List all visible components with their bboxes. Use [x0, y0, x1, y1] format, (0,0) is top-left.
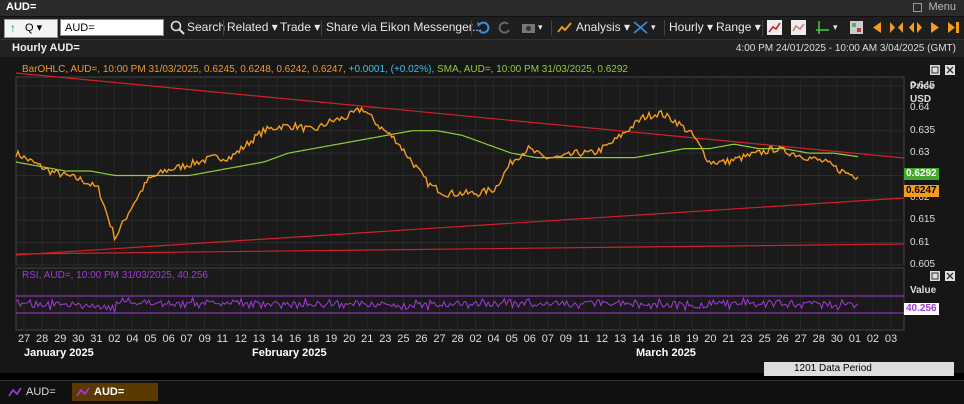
x-tick-label: 14	[270, 333, 284, 345]
x-tick-label: 04	[126, 333, 139, 345]
x-tick-label: 21	[722, 333, 735, 345]
x-tick-label: 25	[397, 333, 410, 345]
x-tick-label: 02	[866, 333, 880, 345]
x-tick-label: 02	[108, 333, 121, 345]
x-tick-label: 30	[72, 333, 85, 345]
x-tick-label: 23	[740, 333, 753, 345]
x-tick-label: 07	[541, 333, 554, 345]
x-tick-label: 09	[198, 333, 211, 345]
price-tick-label: 0.61	[910, 236, 930, 248]
x-tick-label: 11	[216, 333, 229, 345]
x-tick-label: 19	[325, 333, 338, 345]
x-tick-label: 12	[234, 333, 247, 345]
x-tick-label: 23	[379, 333, 392, 345]
x-tick-label: 29	[54, 333, 67, 345]
x-tick-label: 27	[433, 333, 446, 345]
x-tick-label: 28	[36, 333, 49, 345]
ohlc-legend: BarOHLC, AUD=, 10:00 PM 31/03/2025, 0.62…	[22, 64, 346, 75]
x-tick-label: 04	[487, 333, 500, 345]
change-legend: +0.0001, (+0.02%),	[348, 64, 435, 75]
last-price-badge: 0.6247	[904, 185, 939, 197]
rsi-axis-title: Value	[910, 285, 937, 296]
price-panel-controls	[930, 65, 955, 75]
x-tick-label: 19	[686, 333, 699, 345]
x-tick-label: 06	[523, 333, 536, 345]
x-tick-label: 21	[361, 333, 374, 345]
sma-legend: SMA, AUD=, 10:00 PM 31/03/2025, 0.6292	[437, 64, 628, 75]
x-tick-label: 20	[704, 333, 717, 345]
x-tick-label: 18	[668, 333, 681, 345]
price-tick-label: 0.63	[910, 147, 930, 159]
x-tick-label: 05	[144, 333, 157, 345]
x-tick-label: 25	[758, 333, 771, 345]
x-tick-label: 31	[90, 333, 103, 345]
x-tick-label: 13	[252, 333, 266, 345]
price-plot-area	[15, 76, 905, 266]
x-tick-label: 12	[595, 333, 609, 345]
x-tick-label: 28	[812, 333, 825, 345]
month-label-january: January 2025	[24, 347, 94, 359]
x-tick-label: 05	[505, 333, 518, 345]
price-tick-label: 0.635	[910, 124, 936, 136]
month-label-february: February 2025	[252, 347, 327, 359]
price-tick-label: 0.605	[910, 259, 936, 270]
x-tick-label: 30	[830, 333, 843, 345]
price-legend: BarOHLC, AUD=, 10:00 PM 31/03/2025, 0.62…	[22, 64, 628, 75]
chart-tab-icon	[76, 387, 90, 397]
price-tick-label: 0.645	[910, 79, 936, 91]
workspace-tabbar: AUD= AUD=	[0, 380, 964, 404]
x-tick-label: 14	[632, 333, 645, 345]
rsi-value-badge: 40.256	[904, 303, 939, 315]
price-tick-label: 0.64	[910, 102, 930, 114]
x-tick-label: 16	[650, 333, 663, 345]
month-label-march: March 2025	[636, 347, 696, 359]
sma-value-badge: 0.6292	[904, 168, 939, 180]
x-tick-label: 03	[884, 333, 898, 345]
x-tick-label: 26	[415, 333, 428, 345]
x-tick-label: 11	[577, 333, 590, 345]
tab-aud-2[interactable]: AUD=	[72, 383, 158, 401]
x-tick-label: 02	[469, 333, 482, 345]
x-tick-label: 01	[848, 333, 861, 345]
data-period-indicator: 1201 Data Period	[764, 362, 954, 376]
rsi-legend: RSI, AUD=, 10:00 PM 31/03/2025, 40.256	[22, 270, 208, 281]
x-tick-label: 27	[18, 333, 31, 345]
x-tick-label: 20	[343, 333, 356, 345]
x-tick-label: 28	[451, 333, 464, 345]
x-tick-label: 13	[613, 333, 627, 345]
price-tick-label: 0.615	[910, 214, 936, 226]
x-tick-label: 26	[776, 333, 789, 345]
rsi-panel-controls	[930, 271, 955, 281]
x-tick-label: 07	[180, 333, 193, 345]
x-tick-label: 09	[559, 333, 573, 345]
x-tick-label: 06	[162, 333, 175, 345]
x-tick-label: 27	[794, 333, 807, 345]
chart-tab-icon	[8, 387, 22, 397]
x-tick-label: 18	[306, 333, 320, 345]
x-tick-label: 16	[288, 333, 302, 345]
